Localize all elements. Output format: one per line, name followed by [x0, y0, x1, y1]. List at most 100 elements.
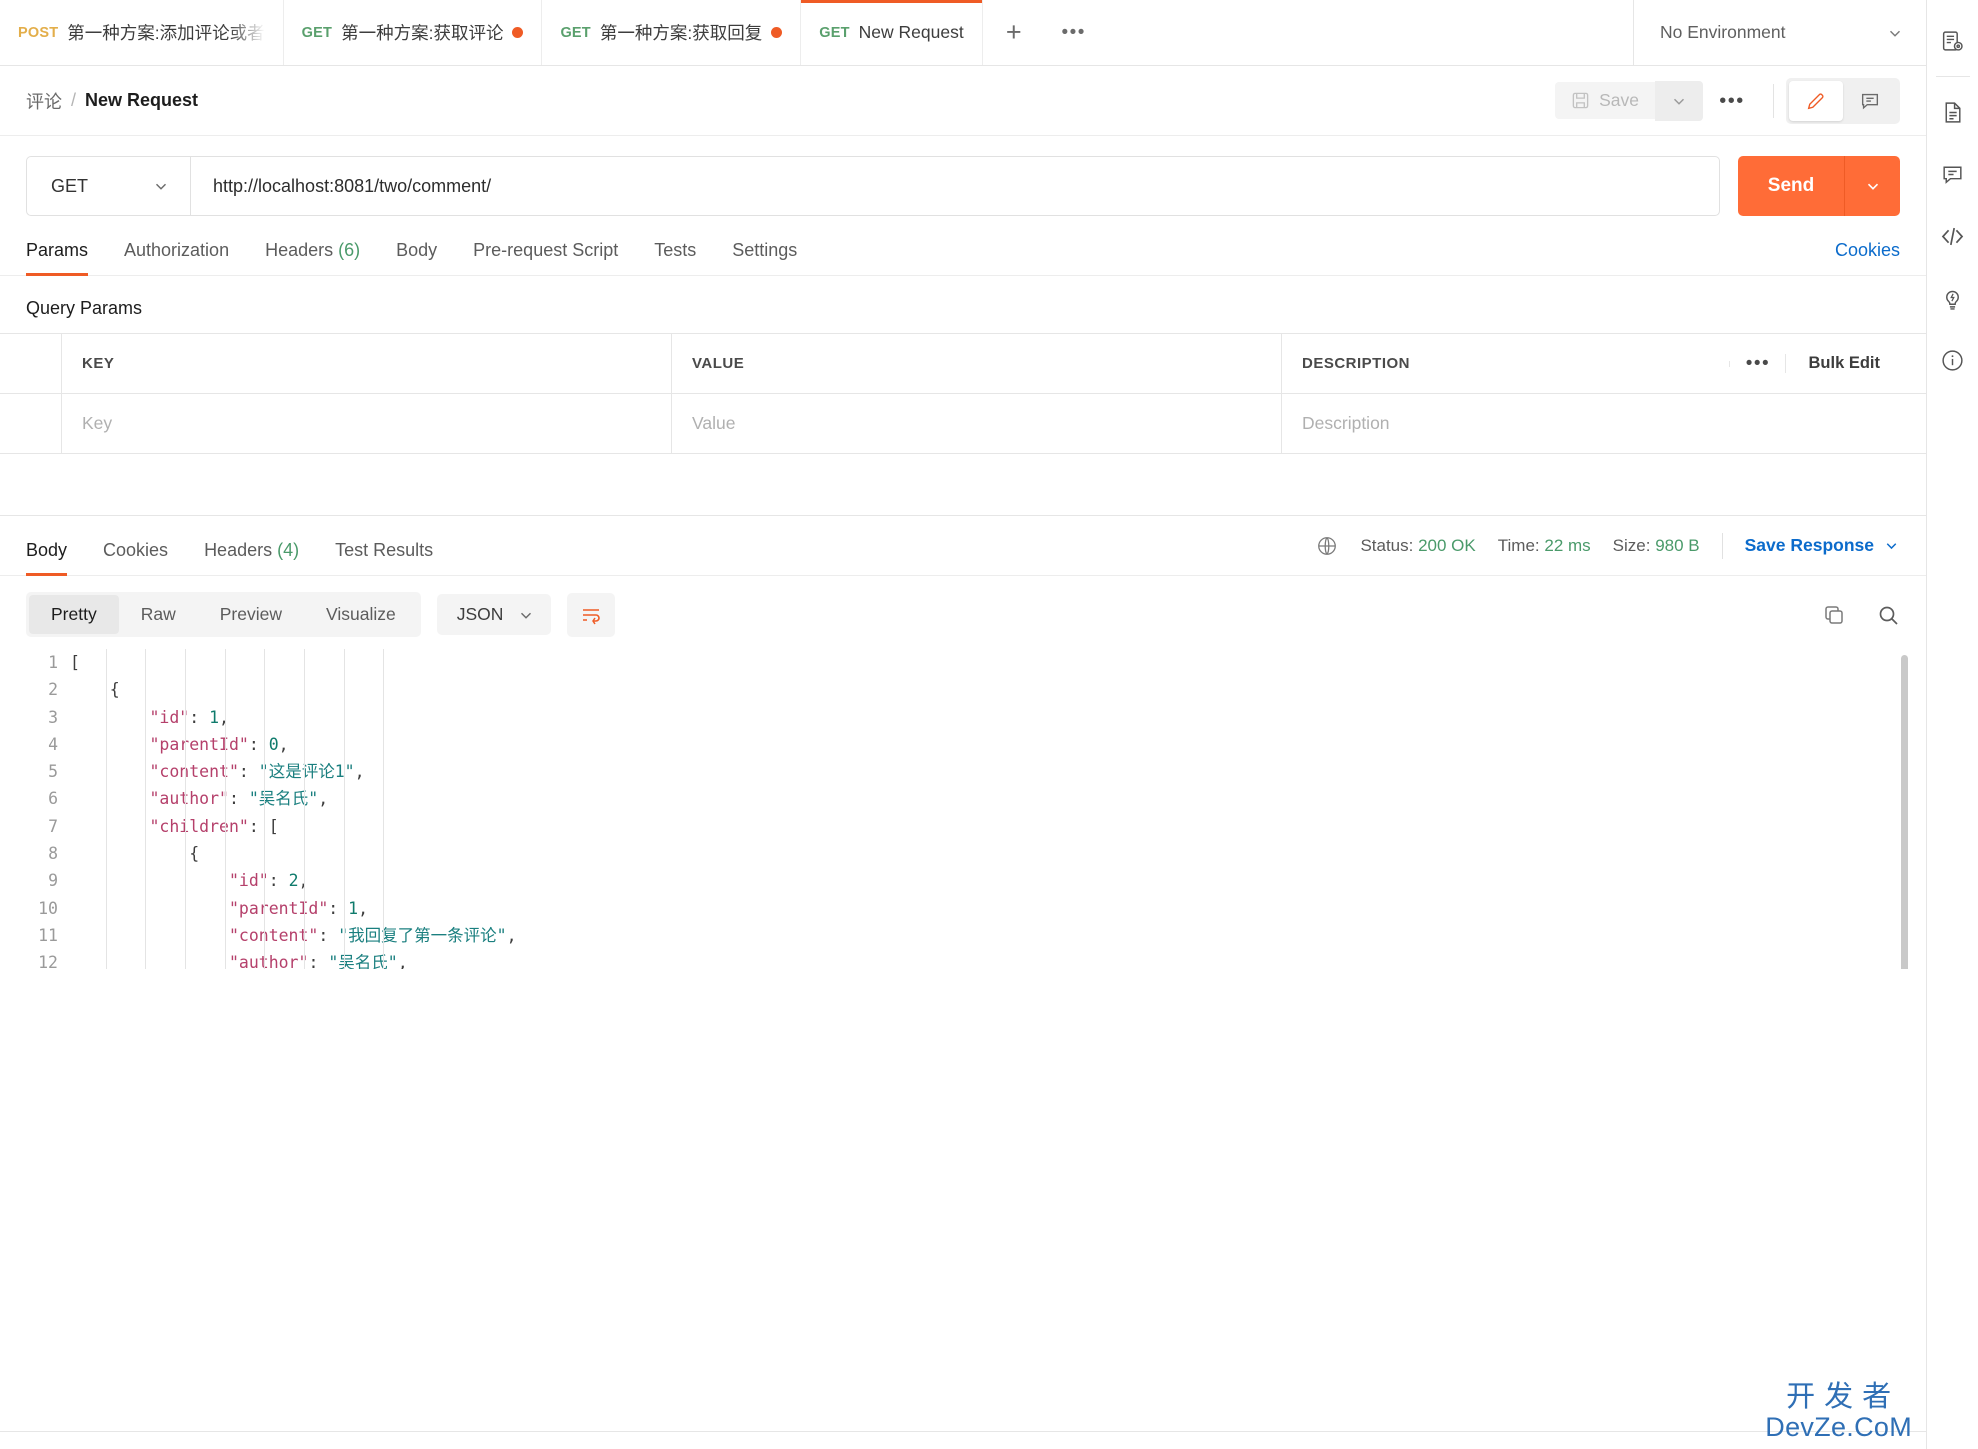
response-format-select[interactable]: JSON [436, 594, 552, 635]
url-input[interactable]: http://localhost:8081/two/comment/ [190, 156, 1720, 216]
code-token-pun: [ [268, 816, 279, 836]
code-token-num: 1 [348, 898, 359, 918]
params-bottom-gap [0, 454, 1926, 516]
edit-mode-button[interactable] [1789, 80, 1843, 121]
main-column: POST 第一种方案:添加评论或者 GET 第一种方案:获取评论 GET 第一种方案:获取… [0, 0, 1926, 1449]
indent-guide [105, 649, 107, 969]
response-meta: Status: 200 OK Time: 22 ms Size: 980 B S… [1316, 532, 1900, 559]
file-icon[interactable] [1927, 81, 1978, 143]
tab-overflow-menu-button[interactable]: ••• [1045, 0, 1103, 65]
cookies-link[interactable]: Cookies [1835, 240, 1900, 275]
request-tab[interactable]: GET 第一种方案:获取回复 [542, 0, 802, 65]
response-tab-body[interactable]: Body [26, 540, 68, 576]
view-mode-segmented-control: Pretty Raw Preview Visualize [26, 592, 421, 637]
tab-params[interactable]: Params [26, 240, 89, 276]
view-toggle-group [1786, 77, 1900, 124]
unsaved-indicator-dot [771, 27, 783, 38]
bottom-divider [0, 1431, 1926, 1432]
tab-label: Tests [654, 240, 697, 260]
indent-guide [145, 649, 147, 969]
breadcrumb-parent[interactable]: 评论 [26, 88, 62, 114]
bulk-edit-button[interactable]: Bulk Edit [1785, 354, 1906, 373]
line-number: 1 [48, 653, 58, 672]
view-mode-visualize[interactable]: Visualize [304, 595, 418, 634]
params-more-button[interactable]: ••• [1729, 354, 1785, 373]
row-checkbox-cell[interactable] [0, 394, 62, 453]
request-tab[interactable]: GET New Request [801, 0, 983, 65]
search-icon[interactable] [1876, 603, 1900, 627]
view-mode-raw[interactable]: Raw [119, 595, 198, 634]
code-snippet-icon[interactable] [1927, 205, 1978, 267]
line-number: 8 [48, 844, 58, 864]
save-button[interactable]: Save [1555, 82, 1655, 119]
response-tab-cookies[interactable]: Cookies [103, 540, 168, 575]
wrap-lines-button[interactable] [567, 592, 616, 637]
comment-mode-button[interactable] [1843, 81, 1897, 121]
copy-icon[interactable] [1822, 603, 1846, 627]
tab-label: Pre-request Script [473, 240, 619, 260]
send-options-button[interactable] [1844, 156, 1900, 216]
send-button[interactable]: Send [1738, 156, 1844, 216]
code-token-num: 2 [288, 871, 299, 891]
status-badge: Status: 200 OK [1360, 535, 1476, 555]
comments-icon[interactable] [1927, 143, 1978, 205]
request-tab[interactable]: GET 第一种方案:获取评论 [283, 0, 543, 65]
param-description-input[interactable]: Description [1282, 394, 1926, 453]
tab-label: Headers [265, 240, 334, 260]
indent-guide [343, 649, 345, 969]
vertical-scrollbar[interactable] [1901, 655, 1908, 969]
request-tab-label: New Request [858, 22, 964, 42]
response-section-tabs: Body Cookies Headers (4) Test Results [26, 516, 433, 576]
code-line: "content": "这是评论1", [70, 758, 1926, 785]
environment-selector[interactable]: No Environment [1634, 0, 1926, 65]
code-token-str: "吴名氏" [248, 789, 319, 809]
documentation-icon[interactable] [1927, 10, 1978, 72]
tab-label: Body [396, 240, 438, 260]
tab-pre-request-script[interactable]: Pre-request Script [473, 240, 618, 275]
params-tools: ••• Bulk Edit [1729, 354, 1906, 373]
right-sidebar [1926, 0, 1978, 1449]
line-number: 2 [48, 680, 58, 700]
code-lines: [ { "id": 1, "parentId": 0, "content": "… [70, 649, 1926, 969]
lightbulb-icon[interactable] [1927, 267, 1978, 329]
code-line: { [70, 676, 1926, 703]
line-number: 10 [38, 898, 58, 918]
code-token-pun: : [308, 953, 329, 969]
tab-tests[interactable]: Tests [654, 240, 696, 275]
meta-divider [1721, 532, 1723, 559]
tab-settings[interactable]: Settings [732, 240, 797, 275]
rail-divider [1935, 76, 1970, 77]
code-token-pun: : [318, 925, 339, 945]
tab-headers[interactable]: Headers (6) [265, 240, 360, 275]
code-token-pun: { [189, 844, 200, 864]
response-tab-headers[interactable]: Headers (4) [204, 540, 299, 575]
tab-label: Authorization [124, 240, 230, 260]
table-row[interactable]: Key Value Description [0, 394, 1926, 454]
view-mode-pretty[interactable]: Pretty [29, 595, 119, 634]
header-more-button[interactable]: ••• [1703, 81, 1761, 121]
response-tab-test-results[interactable]: Test Results [335, 540, 433, 575]
param-key-input[interactable]: Key [62, 394, 672, 453]
save-options-button[interactable] [1655, 80, 1703, 121]
tab-authorization[interactable]: Authorization [124, 240, 229, 275]
http-method-select[interactable]: GET [26, 156, 190, 216]
info-icon[interactable] [1927, 329, 1978, 391]
watermark: 开发者 DevZe.CoM [1765, 1382, 1912, 1441]
response-viewer-toolbar: Pretty Raw Preview Visualize JSON [0, 576, 1926, 649]
new-tab-button[interactable]: + [983, 0, 1045, 65]
code-token-str: "吴名氏" [328, 953, 398, 969]
request-tab[interactable]: POST 第一种方案:添加评论或者 [0, 0, 284, 65]
column-header-description: DESCRIPTION ••• Bulk Edit [1282, 334, 1926, 393]
code-token-pun: , [318, 789, 329, 809]
save-response-button[interactable]: Save Response [1745, 535, 1900, 556]
tab-label: Settings [732, 240, 798, 260]
param-value-input[interactable]: Value [672, 394, 1282, 453]
view-mode-preview[interactable]: Preview [198, 595, 304, 634]
code-token-pun: , [506, 925, 517, 945]
send-group: Send [1738, 156, 1900, 216]
code-token-key: "author" [149, 789, 229, 809]
response-body-viewer[interactable]: 1234567891011121314151617181920212223242… [0, 649, 1926, 969]
tab-body[interactable]: Body [396, 240, 437, 275]
request-section-tabs: Params Authorization Headers (6) Body Pre-re… [0, 216, 1926, 276]
code-token-pun: , [358, 898, 369, 918]
